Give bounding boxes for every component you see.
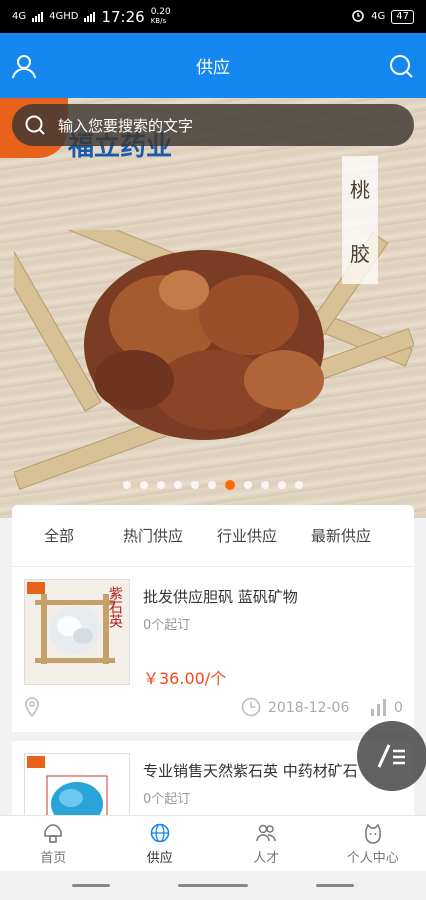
views-count: 0 [394,700,403,716]
network-speed-unit: KB/s [150,16,167,25]
min-order: 0个起订 [143,618,191,633]
carousel-dot[interactable] [174,481,182,489]
nav-item-profile[interactable]: 个人中心 [320,816,426,871]
page-title: 供应 [196,58,230,78]
supply-icon [150,823,170,842]
publish-button[interactable] [357,721,426,791]
location-icon [24,697,40,721]
side-label-char-1: 桃 [350,177,370,202]
nav-label: 人才 [253,850,280,866]
nav-label: 供应 [146,850,173,866]
carousel-dot[interactable] [191,481,199,489]
carousel-dot[interactable] [140,481,148,489]
search-input-icon [25,115,45,135]
signal-icon-2 [84,11,96,22]
list-item[interactable]: 紫石英 批发供应胆矾 蓝矾矿物 0个起订 ￥36.00/个 2018-12-06… [12,567,414,732]
talent-icon [256,824,276,841]
product-thumbnail[interactable]: 紫石英 [24,579,130,685]
carousel-dot[interactable] [208,481,216,489]
product-meta: 2018-12-06 0 [12,695,414,723]
min-order: 0个起订 [143,792,191,807]
status-bar: 4G 4GHD 17:26 0.20 KB/s 4G 47 [0,0,426,33]
carousel-dot[interactable] [261,481,269,489]
bottom-nav: 首页 供应 人才 个人中心 [0,815,426,871]
system-navigation-bar [0,871,426,900]
carousel-dot[interactable] [295,481,303,489]
carousel-indicators [0,480,426,490]
thumbnail-caption: 紫石英 [107,586,123,628]
carousel-dot[interactable] [278,481,286,489]
tab-latest-supply[interactable]: 最新供应 [294,525,388,546]
nav-item-talent[interactable]: 人才 [213,816,320,871]
alarm-icon [351,8,365,25]
system-back-button[interactable] [72,884,110,887]
nav-item-supply[interactable]: 供应 [107,816,214,871]
clock-time: 17:26 [101,7,145,26]
system-recents-button[interactable] [316,884,354,887]
system-home-button[interactable] [178,884,248,887]
views-icon [369,697,389,721]
side-label-char-2: 胶 [350,241,370,266]
product-title[interactable]: 专业销售天然紫石英 中药材矿石 [143,760,358,781]
network-indicator-right: 4G [371,11,386,22]
profile-icon [365,823,381,844]
search-icon[interactable] [388,53,414,79]
tab-industry-supply[interactable]: 行业供应 [200,525,294,546]
tab-all[interactable]: 全部 [12,525,106,546]
publish-date: 2018-12-06 [268,700,350,716]
nav-label: 个人中心 [346,850,399,866]
product-price: ￥36.00/个 [143,669,227,688]
signal-icon [32,11,44,22]
network-indicator: 4G [12,11,27,22]
tab-recommended[interactable]: 推 [388,525,414,546]
banner-side-label: 桃 胶 [342,156,378,284]
edit-icon [377,744,405,768]
tab-hot-supply[interactable]: 热门供应 [106,525,200,546]
app-header: 供应 [0,33,426,98]
carousel-dot[interactable] [157,481,165,489]
carousel-dot[interactable] [244,481,252,489]
nav-label: 首页 [40,850,67,866]
user-icon[interactable] [11,53,37,79]
search-input[interactable]: 输入您要搜索的文字 [12,104,414,146]
carousel-dot-active[interactable] [225,480,235,490]
product-title[interactable]: 批发供应胆矾 蓝矾矿物 [143,586,298,607]
search-placeholder: 输入您要搜索的文字 [58,116,194,135]
nav-item-home[interactable]: 首页 [0,816,107,871]
network-speed: 0.20 [150,6,171,17]
carousel-dot[interactable] [123,481,131,489]
battery-icon: 47 [391,9,414,24]
network-hd-indicator: 4GHD [49,11,79,22]
clock-icon [241,697,261,721]
category-tabs: 全部 热门供应 行业供应 最新供应 推 [12,505,414,567]
banner-carousel[interactable]: 福立药业 桃 胶 输入您要搜索的文字 [0,98,426,518]
product-list: 紫石英 批发供应胆矾 蓝矾矿物 0个起订 ￥36.00/个 2018-12-06… [12,567,414,831]
home-icon [44,823,63,843]
